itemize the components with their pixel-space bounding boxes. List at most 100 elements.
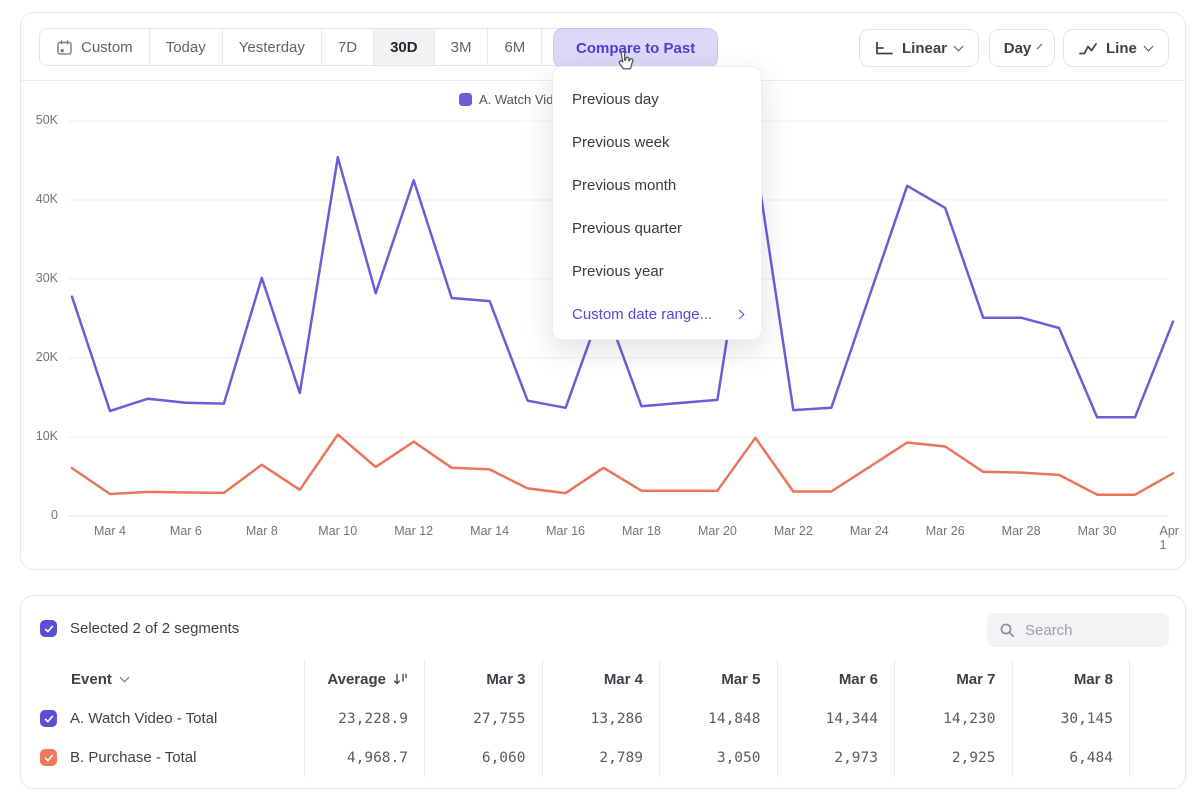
event-cell: B. Purchase - Total: [21, 738, 304, 777]
y-tick-label: 10K: [18, 429, 58, 443]
date-range-control: CustomTodayYesterday7D30D3M6M12M: [39, 28, 604, 66]
check-icon: [43, 713, 55, 725]
date-range-label: Custom: [81, 39, 133, 56]
chart-legend[interactable]: A. Watch Video - Total: [459, 91, 553, 108]
date-column-header: Mar 8: [1012, 659, 1130, 699]
sort-descending-icon: [393, 673, 408, 686]
y-tick-label: 40K: [18, 192, 58, 206]
search-box: [987, 613, 1169, 647]
average-value-cell: 23,228.9: [304, 699, 424, 738]
date-range-30d[interactable]: 30D: [374, 29, 435, 65]
value-cell: 13,286: [542, 699, 660, 738]
y-tick-label: 50K: [18, 113, 58, 127]
x-tick-label: Mar 12: [394, 524, 433, 538]
check-icon: [43, 623, 55, 635]
x-tick-label: Mar 28: [1002, 524, 1041, 538]
search-icon: [999, 622, 1016, 639]
value-cell: 30,145: [1012, 699, 1130, 738]
compare-to-past-menu: Previous dayPrevious weekPrevious monthP…: [552, 66, 762, 340]
menu-item-previous-day[interactable]: Previous day: [553, 78, 761, 121]
date-range-label: 30D: [390, 39, 418, 56]
y-tick-label: 20K: [18, 350, 58, 364]
x-tick-label: Mar 4: [94, 524, 126, 538]
menu-item-previous-year[interactable]: Previous year: [553, 250, 761, 293]
check-icon: [43, 752, 55, 764]
segment-checkbox[interactable]: [40, 749, 57, 766]
date-range-3m[interactable]: 3M: [435, 29, 489, 65]
event-cell: A. Watch Video - Total: [21, 699, 304, 738]
segments-table: EventAverageMar 3Mar 4Mar 5Mar 6Mar 7Mar…: [21, 659, 1186, 777]
date-range-7d[interactable]: 7D: [322, 29, 374, 65]
average-column-header[interactable]: Average: [304, 659, 424, 699]
date-column-header: Mar 9: [1129, 659, 1186, 699]
chevron-down-icon: [1037, 44, 1043, 50]
event-column-header[interactable]: Event: [21, 659, 304, 699]
value-cell: 14,230: [894, 699, 1012, 738]
analytics-page: CustomTodayYesterday7D30D3M6M12M Compare…: [0, 0, 1200, 802]
date-column-header: Mar 5: [659, 659, 777, 699]
table-row: A. Watch Video - Total23,228.927,75513,2…: [21, 699, 1186, 738]
average-header-label: Average: [327, 671, 386, 688]
date-range-label: 7D: [338, 39, 357, 56]
segment-label: B. Purchase - Total: [70, 749, 196, 766]
segments-panel: Selected 2 of 2 segments EventAverageMar…: [20, 595, 1186, 789]
x-tick-label: Mar 8: [246, 524, 278, 538]
date-range-label: 6M: [504, 39, 525, 56]
date-range-custom[interactable]: Custom: [40, 29, 150, 65]
date-range-label: Yesterday: [239, 39, 305, 56]
x-tick-label: Mar 26: [926, 524, 965, 538]
table-row: B. Purchase - Total 4,968.76,0602,7893,05…: [21, 738, 1186, 777]
select-all-checkbox[interactable]: [40, 620, 57, 637]
chart-type-dropdown[interactable]: Line: [1063, 29, 1169, 67]
menu-item-previous-month[interactable]: Previous month: [553, 164, 761, 207]
date-column-header: Mar 7: [894, 659, 1012, 699]
chevron-down-icon: [1143, 42, 1153, 52]
x-tick-label: Mar 22: [774, 524, 813, 538]
date-column-header: Mar 6: [777, 659, 895, 699]
menu-item-previous-week[interactable]: Previous week: [553, 121, 761, 164]
x-tick-label: Mar 16: [546, 524, 585, 538]
segment-checkbox[interactable]: [40, 710, 57, 727]
value-cell: 14,344: [777, 699, 895, 738]
chevron-down-icon: [954, 42, 964, 52]
legend-swatch-watch-video: [459, 93, 472, 106]
menu-item-previous-quarter[interactable]: Previous quarter: [553, 207, 761, 250]
value-cell: 6,484: [1012, 738, 1130, 777]
search-input[interactable]: [1025, 622, 1155, 639]
date-column-header: Mar 4: [542, 659, 660, 699]
legend-label-watch-video: A. Watch Video - Total: [479, 92, 553, 107]
date-column-header: Mar 3: [424, 659, 542, 699]
date-range-yesterday[interactable]: Yesterday: [223, 29, 322, 65]
interval-label: Day: [1004, 40, 1032, 57]
date-range-today[interactable]: Today: [150, 29, 223, 65]
date-range-label: Today: [166, 39, 206, 56]
scale-dropdown[interactable]: Linear: [859, 29, 979, 67]
axis-scale-icon: [874, 41, 894, 56]
value-cell: 2,789: [542, 738, 660, 777]
chevron-down-icon: [119, 673, 129, 683]
line-chart-icon: [1078, 41, 1098, 56]
value-cell: 2,925: [894, 738, 1012, 777]
x-tick-label: Apr 1: [1160, 524, 1187, 552]
custom-date-range-label: Custom date range...: [572, 306, 712, 323]
value-cell: 6,060: [424, 738, 542, 777]
date-range-6m[interactable]: 6M: [488, 29, 542, 65]
table-header-row: EventAverageMar 3Mar 4Mar 5Mar 6Mar 7Mar…: [21, 659, 1186, 699]
value-cell: 3,050: [659, 738, 777, 777]
x-tick-label: Mar 20: [698, 524, 737, 538]
x-tick-label: Mar 24: [850, 524, 889, 538]
x-tick-label: Mar 6: [170, 524, 202, 538]
x-tick-label: Mar 14: [470, 524, 509, 538]
interval-dropdown[interactable]: Day: [989, 29, 1055, 67]
value-cell: 27,755: [424, 699, 542, 738]
chevron-right-icon: [735, 310, 745, 320]
menu-item-custom-date-range[interactable]: Custom date range...: [553, 293, 761, 336]
value-cell: 2,973: [777, 738, 895, 777]
average-value-cell: 4,968.7: [304, 738, 424, 777]
date-range-label: 3M: [451, 39, 472, 56]
value-cell: 15,570: [1129, 699, 1186, 738]
value-cell: 3,312: [1129, 738, 1186, 777]
scale-label: Linear: [902, 40, 947, 57]
chart-type-label: Line: [1106, 40, 1137, 57]
x-tick-label: Mar 10: [318, 524, 357, 538]
